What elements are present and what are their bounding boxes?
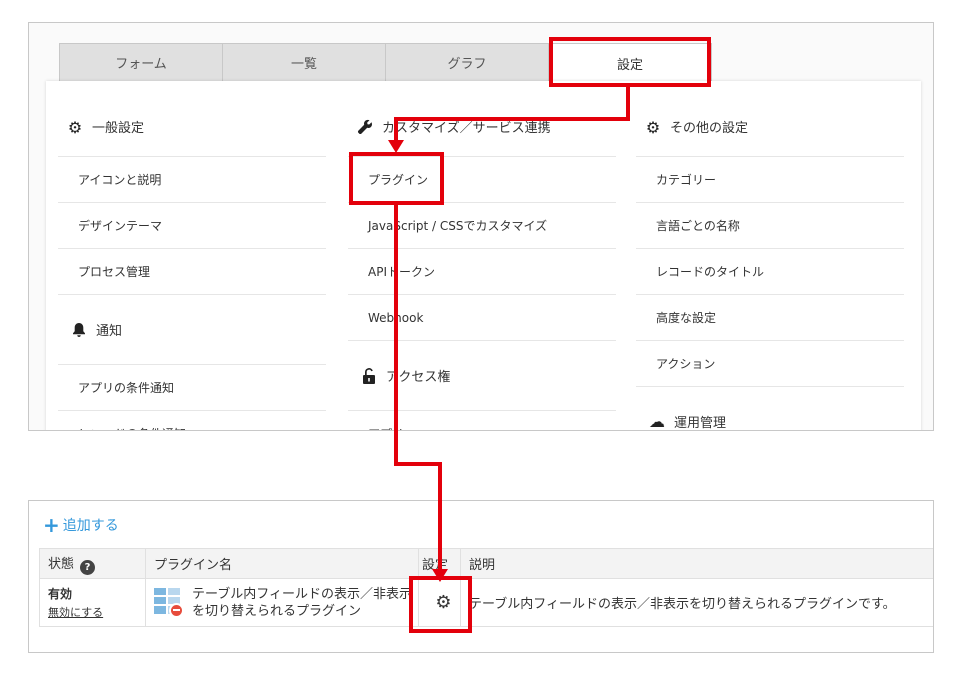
menu-item-actions[interactable]: アクション	[636, 341, 904, 387]
other-settings-heading: ⚙ その他の設定	[636, 81, 904, 157]
status-header-label: 状態	[48, 556, 75, 572]
arrow-segment-2	[394, 117, 630, 121]
menu-item-access-app[interactable]: アプリ	[348, 411, 616, 430]
table-header-row: 状態? プラグイン名 設定 説明	[39, 548, 933, 579]
gear-icon: ⚙	[67, 117, 83, 137]
customize-column: カスタマイズ／サービス連携 プラグイン JavaScript / CSSでカスタ…	[348, 81, 616, 430]
app-settings-panel: フォーム 一覧 グラフ 設定 ⚙ 一般設定 アイコンと説明 デザインテーマ プロ…	[28, 22, 934, 431]
status-enabled: 有効	[48, 587, 73, 601]
plus-icon: +	[43, 513, 60, 537]
notification-heading: 通知	[58, 295, 326, 365]
other-settings-title: その他の設定	[670, 121, 749, 136]
menu-item-category[interactable]: カテゴリー	[636, 157, 904, 203]
menu-item-design-theme[interactable]: デザインテーマ	[58, 203, 326, 249]
name-header: プラグイン名	[145, 548, 419, 579]
highlight-plugin-menu	[349, 152, 444, 205]
arrow-segment-1	[626, 87, 630, 121]
help-icon[interactable]: ?	[80, 559, 96, 575]
plugin-name-line1: テーブル内フィールドの表示／非表示	[192, 586, 412, 602]
menu-item-api-token[interactable]: APIトークン	[348, 249, 616, 295]
highlight-settings-gear	[409, 576, 472, 633]
operations-heading: ☁ 運用管理	[636, 387, 904, 431]
description-header: 説明	[460, 548, 933, 579]
gears-icon: ⚙	[645, 117, 661, 137]
menu-item-advanced[interactable]: 高度な設定	[636, 295, 904, 341]
plugin-list-panel: + 追加する 状態? プラグイン名 設定 説明 有効 無効にする テーブル内フィ…	[28, 500, 934, 653]
plugin-table: 状態? プラグイン名 設定 説明 有効 無効にする テーブル内フィールドの表示／…	[39, 548, 933, 627]
notification-title: 通知	[96, 324, 123, 339]
menu-item-icon-description[interactable]: アイコンと説明	[58, 157, 326, 203]
menu-item-record-title[interactable]: レコードのタイトル	[636, 249, 904, 295]
tab-form[interactable]: フォーム	[59, 43, 223, 81]
plugin-table-icon	[154, 587, 184, 618]
remove-badge-icon	[169, 602, 184, 618]
wrench-icon	[356, 118, 374, 136]
tab-list[interactable]: 一覧	[222, 43, 386, 81]
operations-title: 運用管理	[674, 416, 727, 431]
menu-item-js-css-customize[interactable]: JavaScript / CSSでカスタマイズ	[348, 203, 616, 249]
settings-card: ⚙ 一般設定 アイコンと説明 デザインテーマ プロセス管理 通知 アプリの条件通…	[46, 81, 921, 431]
general-settings-title: 一般設定	[92, 121, 145, 136]
cloud-icon: ☁	[649, 412, 665, 431]
plugin-name-cell: テーブル内フィールドの表示／非表示 を切り替えられるプラグイン	[145, 578, 419, 627]
add-plugin-link[interactable]: + 追加する	[43, 515, 119, 535]
other-settings-column: ⚙ その他の設定 カテゴリー 言語ごとの名称 レコードのタイトル 高度な設定 ア…	[636, 81, 904, 431]
arrow-segment-5	[394, 462, 442, 466]
arrow-segment-4	[394, 205, 398, 463]
add-plugin-label: 追加する	[62, 518, 119, 534]
description-cell: テーブル内フィールドの表示／非表示を切り替えられるプラグインです。	[460, 578, 933, 627]
menu-item-process-management[interactable]: プロセス管理	[58, 249, 326, 295]
general-settings-heading: ⚙ 一般設定	[58, 81, 326, 157]
menu-item-webhook[interactable]: Webhook	[348, 295, 616, 341]
status-header: 状態?	[39, 548, 146, 579]
menu-item-app-notifications[interactable]: アプリの条件通知	[58, 365, 326, 411]
arrow-segment-3	[394, 117, 398, 141]
access-heading: アクセス権	[348, 341, 616, 411]
highlight-settings-tab	[549, 37, 711, 87]
bell-icon	[70, 321, 88, 339]
table-row: 有効 無効にする テーブル内フィールドの表示／非表示 を切り替えられるプラグイン	[39, 578, 933, 627]
menu-item-record-notifications[interactable]: レコードの条件通知	[58, 411, 326, 430]
general-settings-column: ⚙ 一般設定 アイコンと説明 デザインテーマ プロセス管理 通知 アプリの条件通…	[58, 81, 326, 430]
menu-item-localized-names[interactable]: 言語ごとの名称	[636, 203, 904, 249]
arrow-segment-6	[438, 462, 442, 572]
tab-graph[interactable]: グラフ	[385, 43, 549, 81]
status-cell: 有効 無効にする	[39, 578, 146, 627]
disable-link[interactable]: 無効にする	[48, 604, 145, 620]
plugin-name-line2: を切り替えられるプラグイン	[192, 603, 362, 619]
unlock-icon	[360, 367, 378, 385]
